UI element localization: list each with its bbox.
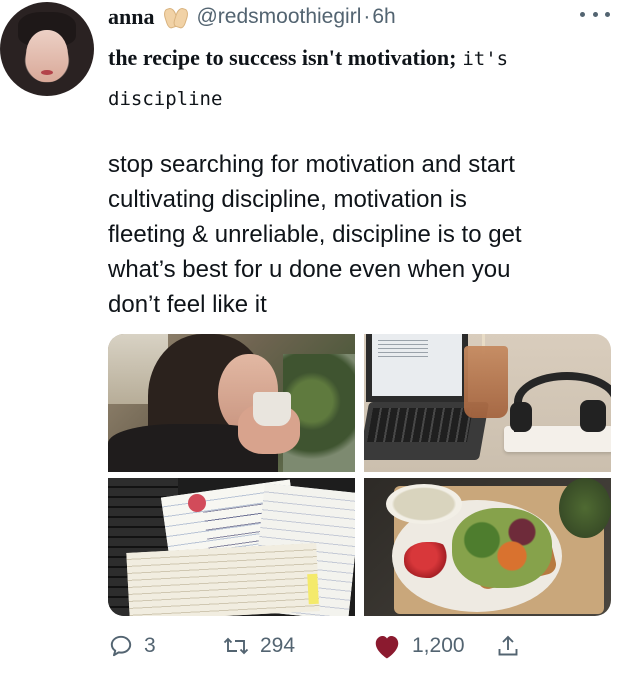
body-line: what’s best for u done even when you — [108, 256, 511, 283]
palms-together-icon — [162, 6, 191, 30]
tweet-body: stop searching for motivation and start … — [108, 147, 608, 322]
avatar[interactable] — [0, 2, 94, 96]
retweet-count: 294 — [260, 634, 296, 657]
body-line: don’t feel like it — [108, 291, 267, 318]
like-button[interactable]: 1,200 — [372, 628, 465, 664]
photo-woman-drinking-coffee[interactable] — [108, 334, 355, 472]
action-bar: 3 294 1,200 — [108, 628, 528, 664]
photo-salad-and-toast-tray[interactable] — [364, 478, 611, 616]
more-options-icon[interactable] — [580, 6, 610, 22]
author-handle[interactable]: @redsmoothiegirl — [196, 5, 361, 29]
media-grid — [108, 334, 611, 616]
photo-notebooks-studying[interactable] — [108, 478, 355, 616]
author-name[interactable]: anna — [108, 4, 154, 30]
body-line: fleeting & unreliable, discipline is to … — [108, 221, 522, 248]
avatar-lips — [41, 70, 53, 75]
reply-icon — [108, 633, 134, 659]
retweet-icon — [222, 633, 250, 659]
body-line: cultivating discipline, motivation is — [108, 186, 467, 213]
reply-count: 3 — [144, 634, 156, 657]
photo-laptop-iced-coffee-headphones[interactable] — [364, 334, 611, 472]
tweet-header: anna @redsmoothiegirl · 6h — [108, 2, 396, 32]
retweet-button[interactable]: 294 — [222, 628, 295, 664]
reply-button[interactable]: 3 — [108, 628, 156, 664]
body-line: stop searching for motivation and start — [108, 151, 515, 178]
share-button[interactable] — [496, 628, 520, 664]
heart-icon — [372, 632, 402, 660]
separator-dot: · — [363, 5, 371, 28]
like-count: 1,200 — [412, 634, 465, 657]
headline-bold-text: the recipe to success isn't motivation; — [108, 45, 457, 70]
tweet-timestamp[interactable]: 6h — [372, 5, 395, 29]
tweet: anna @redsmoothiegirl · 6h the recipe to… — [0, 0, 640, 674]
share-icon — [496, 633, 520, 659]
tweet-headline: the recipe to success isn't motivation; … — [108, 38, 608, 119]
